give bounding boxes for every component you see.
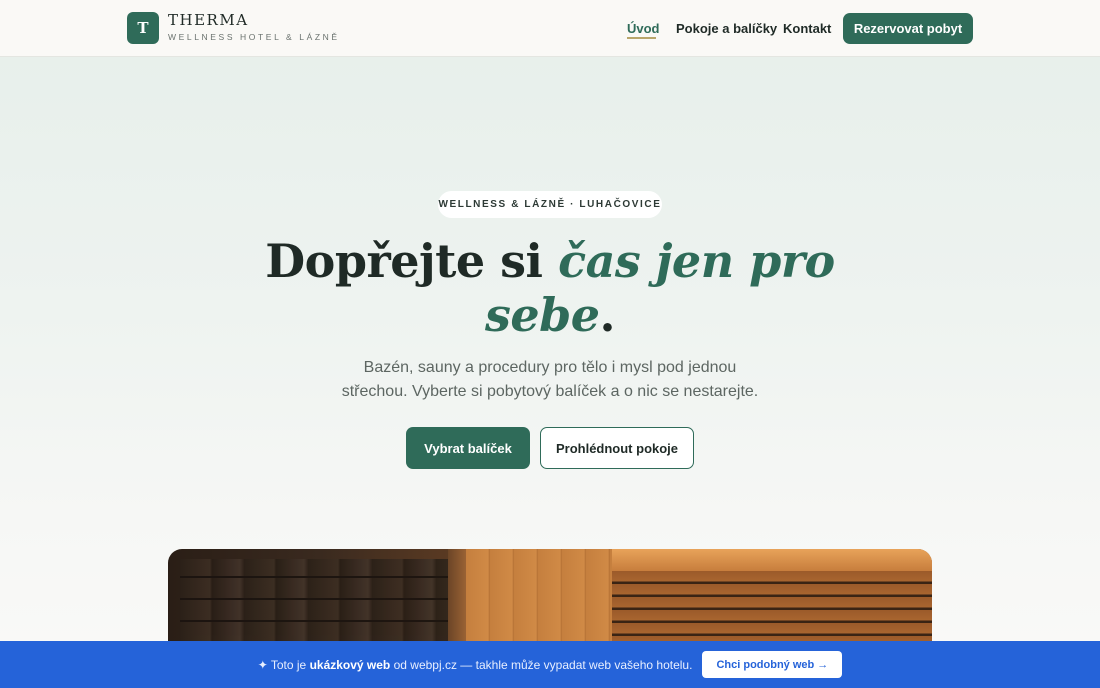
nav-link-contact[interactable]: Kontakt xyxy=(783,21,831,36)
hero-eyebrow-badge: WELLNESS & LÁZNĚ · LUHAČOVICE xyxy=(438,191,662,218)
logo-mark[interactable]: T xyxy=(127,12,159,44)
hero-subtitle: Bazén, sauny a procedury pro tělo i mysl… xyxy=(341,359,759,400)
sparkle-icon: ✦ xyxy=(257,657,268,672)
headline-start: Dopřejte si xyxy=(265,234,559,288)
hero-headline: Dopřejte si čas jen pro sebe. xyxy=(250,234,850,342)
banner-text-before: Toto je xyxy=(267,657,310,672)
nav-link-home[interactable]: Úvod xyxy=(627,21,660,36)
nav-active-indicator xyxy=(627,37,656,39)
want-similar-web-button[interactable]: Chci podobný web → xyxy=(702,651,843,678)
site-header: T THERMA WELLNESS HOTEL & LÁZNĚ Úvod Pok… xyxy=(0,0,1100,57)
banner-text: ✦ Toto je ukázkový web od webpj.cz — tak… xyxy=(258,658,693,672)
sauna-bench-top xyxy=(612,549,932,573)
brand-tagline: WELLNESS HOTEL & LÁZNĚ xyxy=(168,32,340,42)
choose-package-button[interactable]: Vybrat balíček xyxy=(406,427,530,469)
nav-link-rooms[interactable]: Pokoje a balíčky xyxy=(676,21,777,36)
brand-name[interactable]: THERMA xyxy=(168,11,249,29)
banner-text-bold: ukázkový web xyxy=(309,657,391,672)
view-rooms-button[interactable]: Prohlédnout pokoje xyxy=(540,427,694,469)
headline-end: . xyxy=(599,288,616,342)
reserve-button[interactable]: Rezervovat pobyt xyxy=(843,13,973,44)
banner-text-after: od webpj.cz — takhle může vypadat web va… xyxy=(390,657,693,672)
demo-site-banner: ✦ Toto je ukázkový web od webpj.cz — tak… xyxy=(0,641,1100,688)
